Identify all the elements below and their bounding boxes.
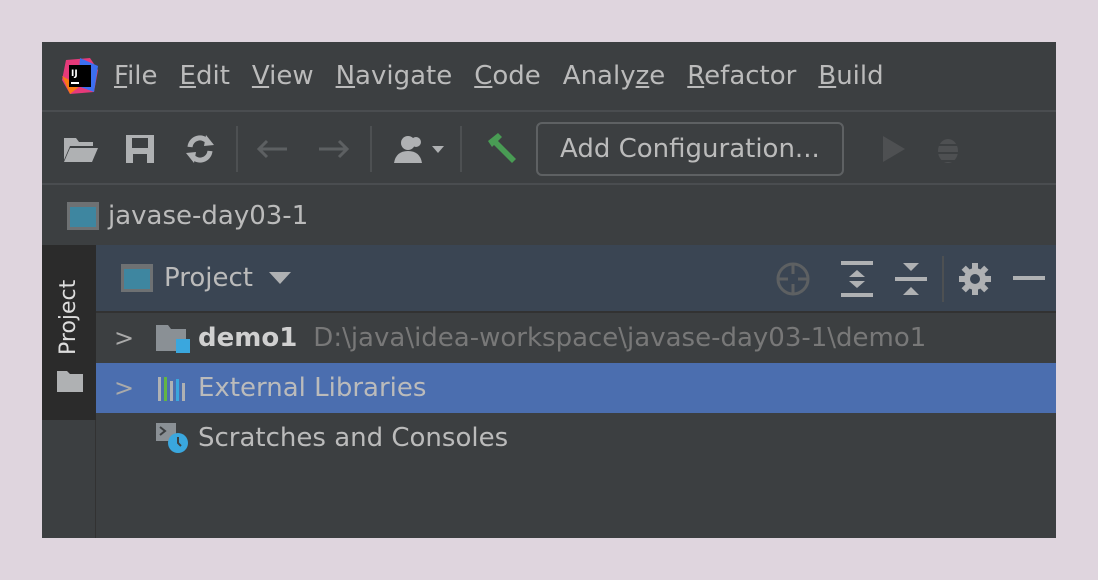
forward-arrow-icon[interactable] [314,129,354,169]
breadcrumb-project[interactable]: javase-day03-1 [108,201,308,231]
project-tool-tab-label: Project [56,279,81,355]
toolbar-divider [460,125,462,172]
add-configuration-button[interactable]: Add Configuration... [536,121,844,176]
save-icon[interactable] [120,129,160,169]
menu-build[interactable]: Build [818,61,883,91]
chevron-right-icon[interactable]: > [114,374,142,402]
main-toolbar: Add Configuration... [42,114,1056,185]
synchronize-icon[interactable] [180,129,220,169]
scratches-clock-icon [156,423,188,453]
build-hammer-icon[interactable] [482,129,522,169]
tree-item-external-libraries[interactable]: > External Libraries [96,363,1056,413]
intellij-logo-icon: IJ [60,56,100,96]
vcs-user-dropdown-icon[interactable] [390,129,450,169]
navigation-breadcrumb: javase-day03-1 [42,187,1056,245]
folder-icon [57,371,83,392]
menu-refactor[interactable]: Refactor [687,61,796,91]
menu-file[interactable]: File [114,61,158,91]
tree-item-demo1[interactable]: > demo1 D:\java\idea-workspace\javase-da… [96,313,1056,363]
collapse-all-icon[interactable] [884,245,938,313]
menu-analyze[interactable]: Analyze [563,61,665,91]
left-tool-strip: Project [42,245,96,538]
libraries-icon [158,377,185,401]
locate-crosshair-icon[interactable] [766,245,820,313]
toolbar-divider [370,125,372,172]
tree-item-scratches[interactable]: Scratches and Consoles [96,413,1056,463]
module-name: demo1 [198,323,298,353]
menu-navigate[interactable]: Navigate [336,61,453,91]
debug-bug-icon[interactable] [928,129,968,169]
menu-bar: IJ File Edit View Navigate Code Analyze … [42,42,1056,112]
run-icon[interactable] [874,129,914,169]
ide-window: IJ File Edit View Navigate Code Analyze … [42,42,1056,538]
chevron-down-icon[interactable] [268,272,291,284]
tree-item-label: External Libraries [198,373,427,403]
project-tool-tab[interactable]: Project [42,245,96,420]
project-tool-window: Project > demo1 D:\java\idea-workspace\j… [96,245,1056,538]
project-module-icon [67,202,99,230]
chevron-right-icon[interactable]: > [114,324,142,352]
project-panel-header: Project [96,245,1056,313]
open-folder-icon[interactable] [60,129,100,169]
project-view-selector[interactable]: Project [164,263,253,293]
back-arrow-icon[interactable] [252,129,292,169]
menu-code[interactable]: Code [474,61,541,91]
gear-icon[interactable] [948,245,1002,313]
menu-view[interactable]: View [252,61,314,91]
module-folder-icon [156,325,190,353]
menu-edit[interactable]: Edit [180,61,230,91]
expand-all-icon[interactable] [830,245,884,313]
module-path: D:\java\idea-workspace\javase-day03-1\de… [313,323,927,353]
header-divider [942,256,944,302]
tree-item-label: Scratches and Consoles [198,423,509,453]
minimize-icon[interactable] [1002,245,1056,313]
project-view-icon [121,264,153,292]
toolbar-divider [236,125,238,172]
add-configuration-label: Add Configuration... [560,133,820,164]
svg-text:IJ: IJ [71,69,78,79]
